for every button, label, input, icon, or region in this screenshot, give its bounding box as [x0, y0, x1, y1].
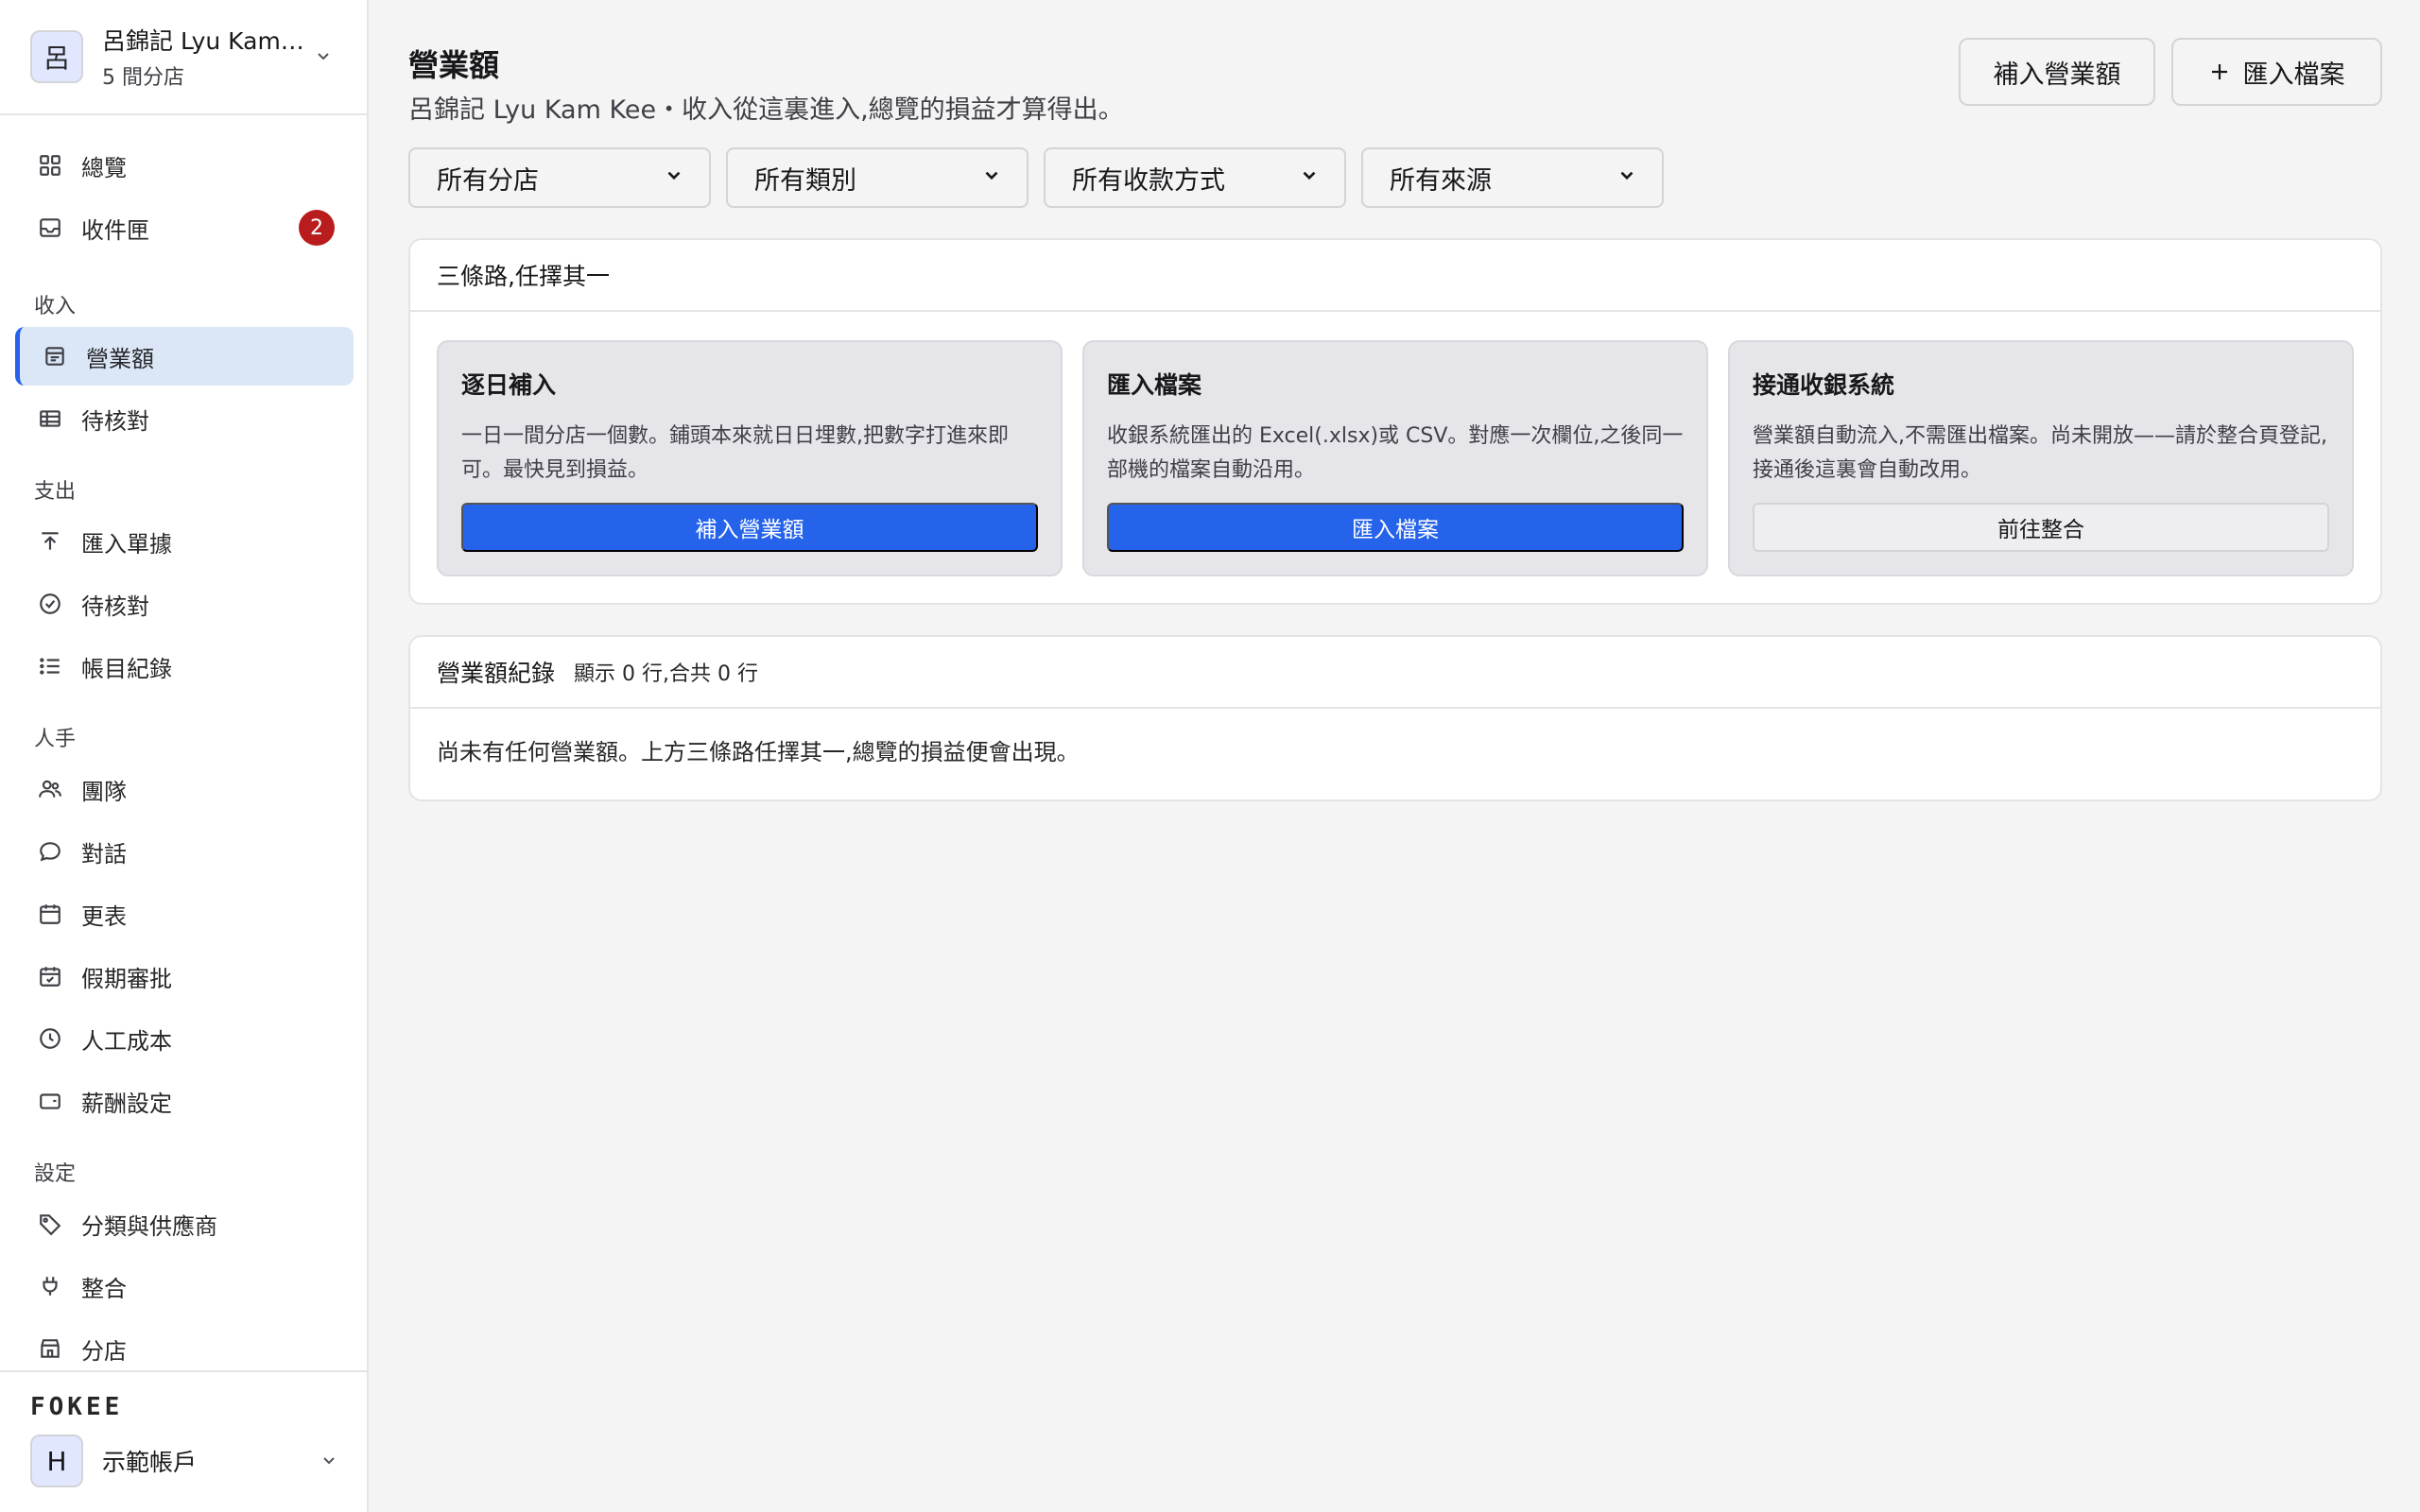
section-staff: 人手 [34, 728, 77, 751]
sidebar-item-sales[interactable]: 營業額 [15, 327, 354, 386]
path-import-file-button[interactable]: 匯入檔案 [1107, 503, 1684, 552]
sales-records-card: 營業額紀錄 顯示 0 行,合共 0 行 尚未有任何營業額。上方三條路任擇其一,總… [408, 635, 2382, 801]
org-switcher[interactable]: 呂 呂錦記 Lyu Kam Kee 5 間分店 [0, 0, 367, 115]
check-circle-icon [36, 590, 64, 618]
sidebar-item-income-pending[interactable]: 待核對 [15, 389, 354, 448]
section-settings: 設定 [34, 1162, 77, 1186]
path-daily-entry: 逐日補入 一日一間分店一個數。鋪頭本來就日日埋數,把數字打進來即可。最快見到損益… [437, 340, 1063, 576]
input-paths-card: 三條路,任擇其一 逐日補入 一日一間分店一個數。鋪頭本來就日日埋數,把數字打進來… [408, 238, 2382, 605]
plus-icon [2209, 61, 2230, 82]
sidebar-item-branches[interactable]: 分店 [15, 1319, 354, 1378]
grid-icon [36, 151, 64, 180]
org-avatar: 呂 [30, 30, 83, 83]
sidebar-item-ledger[interactable]: 帳目紀錄 [15, 637, 354, 696]
import-file-button[interactable]: 匯入檔案 [2171, 38, 2382, 106]
inbox-icon [36, 214, 64, 242]
sidebar-item-labor-cost[interactable]: 人工成本 [15, 1009, 354, 1068]
empty-state-message: 尚未有任何營業額。上方三條路任擇其一,總覽的損益便會出現。 [437, 739, 1080, 765]
chat-bubble-icon [36, 837, 64, 866]
sidebar-item-import-receipts[interactable]: 匯入單據 [15, 512, 354, 571]
chevron-down-icon [664, 163, 684, 193]
account-avatar: H [30, 1435, 83, 1487]
upload-icon [36, 527, 64, 556]
sidebar-item-chat[interactable]: 對話 [15, 822, 354, 881]
table-icon [36, 404, 64, 433]
wallet-icon [36, 1087, 64, 1115]
page-subtitle: 呂錦記 Lyu Kam Kee・收入從這裏進入,總覽的損益才算得出。 [408, 95, 1124, 125]
chevron-down-icon [1616, 163, 1637, 193]
section-expense: 支出 [34, 480, 77, 504]
card-title: 三條路,任擇其一 [410, 240, 2380, 312]
calendar-check-icon [36, 962, 64, 990]
sidebar-item-team[interactable]: 團隊 [15, 760, 354, 818]
daily-add-sales-button[interactable]: 補入營業額 [461, 503, 1038, 552]
path-pos-integration: 接通收銀系統 營業額自動流入,不需匯出檔案。尚未開放——請於整合頁登記,接通後這… [1728, 340, 2354, 576]
records-title: 營業額紀錄 [437, 660, 556, 687]
page-title: 營業額 [408, 47, 500, 83]
account-name: 示範帳戶 [102, 1449, 198, 1476]
receipt-icon [41, 342, 69, 370]
calendar-icon [36, 900, 64, 928]
sidebar-footer: FOKEE H 示範帳戶 [0, 1370, 367, 1512]
chevron-down-icon [981, 163, 1002, 193]
payment-method-filter[interactable]: 所有收款方式 [1044, 147, 1346, 208]
brand-logo: FOKEE [30, 1393, 124, 1421]
sidebar: 呂 呂錦記 Lyu Kam Kee 5 間分店 總覽 收件匣 2 收入 營業額 … [0, 0, 369, 1512]
category-filter[interactable]: 所有類別 [726, 147, 1028, 208]
section-income: 收入 [34, 295, 77, 318]
records-count: 顯示 0 行,合共 0 行 [574, 662, 758, 686]
go-to-integrations-button[interactable]: 前往整合 [1753, 503, 2329, 552]
sidebar-item-payroll[interactable]: 薪酬設定 [15, 1072, 354, 1130]
account-switcher[interactable]: H 示範帳戶 [30, 1433, 342, 1489]
tag-icon [36, 1210, 64, 1238]
plug-icon [36, 1272, 64, 1300]
org-store-count: 5 間分店 [102, 66, 184, 90]
add-sales-button[interactable]: 補入營業額 [1959, 38, 2155, 106]
sidebar-item-roster[interactable]: 更表 [15, 885, 354, 943]
org-name: 呂錦記 Lyu Kam Kee [102, 27, 310, 55]
chevron-down-icon [1299, 163, 1320, 193]
sidebar-item-overview[interactable]: 總覽 [15, 136, 354, 195]
chevron-down-icon [310, 43, 337, 70]
users-icon [36, 775, 64, 803]
chevron-down-icon [316, 1448, 342, 1474]
list-icon [36, 652, 64, 680]
source-filter[interactable]: 所有來源 [1361, 147, 1664, 208]
sidebar-item-leave[interactable]: 假期審批 [15, 947, 354, 1005]
store-icon [36, 1334, 64, 1363]
sidebar-item-inbox[interactable]: 收件匣 2 [15, 198, 354, 257]
inbox-count-badge: 2 [299, 210, 335, 246]
path-import-file: 匯入檔案 收銀系統匯出的 Excel(.xlsx)或 CSV。對應一次欄位,之後… [1082, 340, 1708, 576]
sidebar-item-categories[interactable]: 分類與供應商 [15, 1194, 354, 1253]
clock-icon [36, 1024, 64, 1053]
sidebar-item-integrations[interactable]: 整合 [15, 1257, 354, 1315]
branch-filter[interactable]: 所有分店 [408, 147, 711, 208]
sidebar-item-expense-pending[interactable]: 待核對 [15, 575, 354, 633]
